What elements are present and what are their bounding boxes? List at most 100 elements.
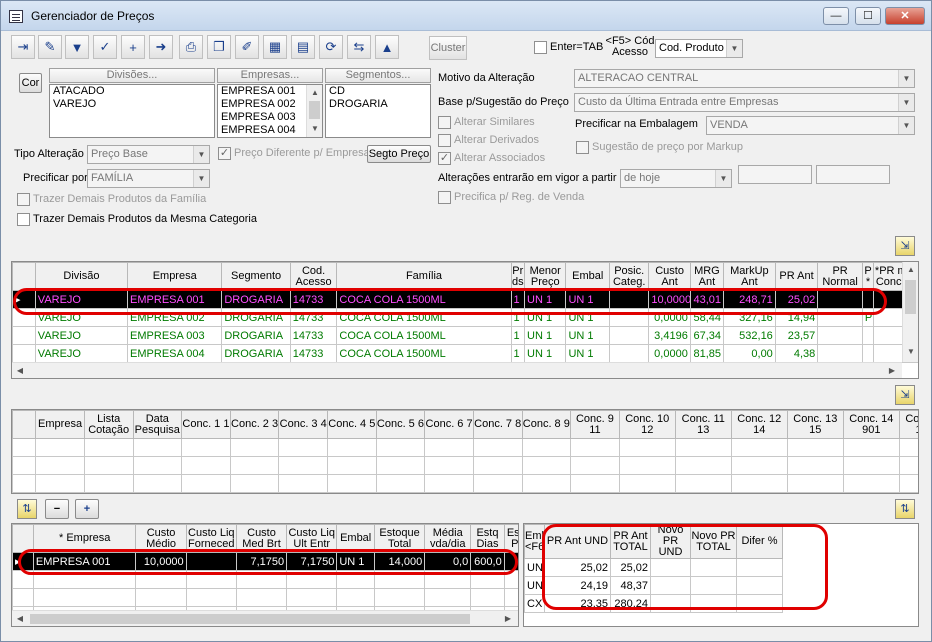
table-cell[interactable] [521,456,572,475]
segmentos-header[interactable]: Segmentos... [325,68,431,83]
table-cell[interactable] [32,570,137,589]
table-cell[interactable] [521,438,572,457]
table-cell[interactable] [817,344,863,363]
table-cell[interactable] [235,570,288,589]
table-cell[interactable]: 23,35 [544,594,611,613]
table-cell[interactable]: EMPRESA 001 [32,552,137,571]
table-cell[interactable]: 600,0 [470,552,505,571]
table-cell[interactable] [618,474,676,493]
column-header[interactable]: Estoque Total [373,524,426,553]
table-cell[interactable] [472,438,523,457]
table-cell[interactable] [690,594,737,613]
table-cell[interactable] [650,558,691,577]
table-row[interactable]: VAREJO EMPRESA 003 DROGARIA 14733 COCA COLA … [12,326,918,345]
column-header[interactable]: Média vda/dia [424,524,472,553]
table-cell[interactable]: 1 [510,290,526,309]
table-cell[interactable] [898,474,918,493]
table-cell[interactable]: 14733 [289,344,338,363]
divisoes-header[interactable]: Divisões... [49,68,215,83]
column-header[interactable]: Conc. 14 901 [842,410,900,439]
table-cell[interactable] [336,570,375,589]
column-header[interactable]: Conc. 6 7 [424,410,474,439]
table-cell[interactable] [730,438,788,457]
table-cell[interactable] [608,290,650,309]
table-cell[interactable]: 81,85 [689,344,724,363]
column-header[interactable]: Lista Cotação [83,410,134,439]
table-cell[interactable]: 327,16 [722,308,776,327]
table-row[interactable] [12,456,918,475]
column-header[interactable]: Custo Liq Ult Entr [286,524,338,553]
list-item[interactable]: DROGARIA [326,98,430,111]
table-row[interactable]: VAREJO EMPRESA 004 DROGARIA 14733 COCA COLA … [12,344,918,363]
column-header[interactable]: Novo PR TOTAL [690,524,737,559]
column-header[interactable]: Conc. 7 8 [472,410,523,439]
table-cell[interactable] [730,456,788,475]
table-cell[interactable]: EMPRESA 003 [127,326,223,345]
table-cell[interactable] [181,438,231,457]
trazer-familia-checkbox[interactable] [17,193,30,206]
table-cell[interactable]: UN 1 [524,308,567,327]
table-cell[interactable] [570,474,620,493]
table-cell[interactable]: 14,94 [774,308,819,327]
column-header[interactable]: Conc. 2 3 [229,410,280,439]
table-cell[interactable] [375,474,426,493]
table-cell[interactable] [235,588,288,607]
cost-hscroll[interactable]: ◀ ▶ [12,610,518,626]
remove-button[interactable]: − [45,499,69,519]
column-header[interactable]: Conc. 8 9 [521,410,572,439]
table-cell[interactable] [786,438,844,457]
export-icon[interactable]: ➜ [149,35,173,59]
table-cell[interactable] [842,474,900,493]
table-cell[interactable] [736,594,783,613]
table-cell[interactable]: 25,02 [774,290,819,309]
products-vscroll[interactable]: ▲ ▼ [902,262,918,362]
table-cell[interactable] [278,438,328,457]
table-cell[interactable]: 4,38 [774,344,819,363]
table-cell[interactable] [375,438,426,457]
table-cell[interactable] [470,588,505,607]
table-cell[interactable]: UN 1 [565,308,610,327]
enter-tab-checkbox[interactable] [534,41,547,54]
column-header[interactable]: Divisão [34,262,129,291]
table-cell[interactable] [35,474,85,493]
trazer-categoria-checkbox[interactable] [17,213,30,226]
table-cell[interactable] [842,438,900,457]
column-header[interactable]: MRG Ant [689,262,724,291]
column-header[interactable]: Novo PR UND [650,524,691,559]
list-item[interactable]: CD [326,85,430,98]
table-row[interactable]: ▸ EMPRESA 001 10,0000 7,1750 7,1750 UN 1 14,00… [12,552,518,571]
row-indicator[interactable] [12,344,36,363]
segmentos-list[interactable]: CD DROGARIA [325,84,431,138]
table-row[interactable] [12,588,518,607]
vigor-time-input[interactable] [816,165,890,184]
table-cell[interactable]: EMPRESA 001 [127,290,223,309]
table-cell[interactable] [503,588,518,607]
table-cell[interactable]: 1 [510,344,526,363]
table-cell[interactable] [690,558,737,577]
table-cell[interactable] [842,456,900,475]
table-cell[interactable] [618,438,676,457]
export-conc-icon[interactable]: ⇲ [895,385,915,405]
table-cell[interactable]: 14,000 [373,552,426,571]
table-cell[interactable] [373,588,426,607]
table-row[interactable]: ▸ VAREJO EMPRESA 001 DROGARIA 14733 COCA COLA… [12,290,918,309]
edit-icon[interactable]: ✐ [235,35,259,59]
column-header[interactable]: Estq Pa [503,524,518,553]
table-cell[interactable]: COCA COLA 1500ML [336,290,512,309]
table-cell[interactable] [898,456,918,475]
table-row[interactable] [12,438,918,457]
table-cell[interactable] [898,438,918,457]
table-cell[interactable] [817,308,863,327]
table-cell[interactable] [861,344,875,363]
column-header[interactable]: Conc. 11 13 [674,410,732,439]
table-cell[interactable]: VAREJO [34,308,129,327]
table-cell[interactable]: 0,00 [722,344,776,363]
table-cell[interactable] [817,290,863,309]
table-cell[interactable]: COCA COLA 1500ML [336,344,512,363]
table-cell[interactable] [472,456,523,475]
print-icon[interactable]: ⎙ [179,35,203,59]
column-header[interactable]: Pr ds [510,262,526,291]
table-cell[interactable] [817,326,863,345]
table-cell[interactable] [327,456,377,475]
table-cell[interactable] [286,588,338,607]
